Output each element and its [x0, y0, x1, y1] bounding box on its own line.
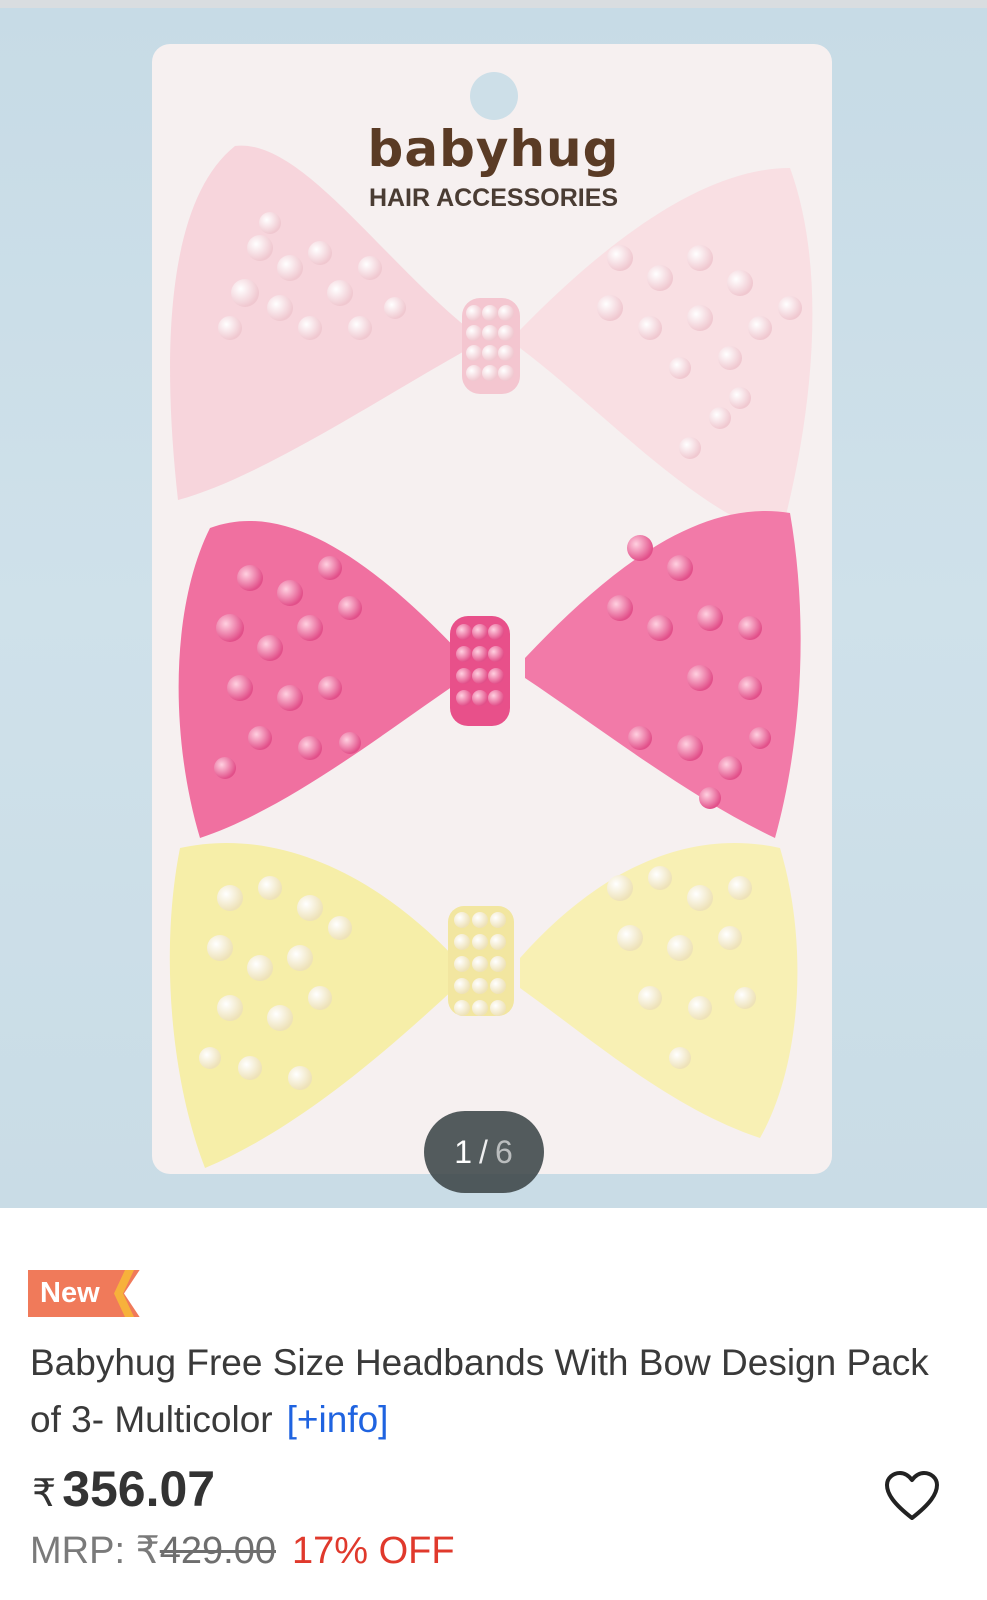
mrp-currency: ₹ — [135, 1530, 160, 1572]
brand-subtitle: HAIR ACCESSORIES — [368, 184, 619, 212]
product-title: Babyhug Free Size Headbands With Bow Des… — [30, 1334, 930, 1448]
image-counter-separator: / — [479, 1134, 489, 1170]
currency-symbol: ₹ — [32, 1473, 57, 1515]
mrp-value: 429.00 — [159, 1530, 276, 1572]
discount-label: 17% OFF — [291, 1530, 455, 1572]
more-info-link[interactable]: [+info] — [287, 1399, 389, 1440]
heart-outline-icon — [885, 1471, 939, 1520]
card-hang-hole — [470, 72, 518, 120]
wishlist-button[interactable] — [884, 1470, 940, 1522]
product-title-text: Babyhug Free Size Headbands With Bow Des… — [30, 1342, 929, 1440]
image-counter-total: 6 — [494, 1134, 514, 1170]
selling-price: ₹356.07 — [32, 1460, 215, 1518]
top-divider — [0, 0, 987, 8]
brand-logo: babyhug — [367, 120, 620, 178]
product-image-gallery[interactable]: babyhug HAIR ACCESSORIES — [0, 8, 987, 1208]
image-counter-current: 1 — [454, 1134, 474, 1170]
mrp-label: MRP: — [30, 1530, 125, 1572]
mrp-row: MRP: ₹429.00 17% OFF — [30, 1528, 455, 1573]
price-value: 356.07 — [62, 1461, 216, 1517]
image-counter: 1/6 — [424, 1111, 544, 1193]
